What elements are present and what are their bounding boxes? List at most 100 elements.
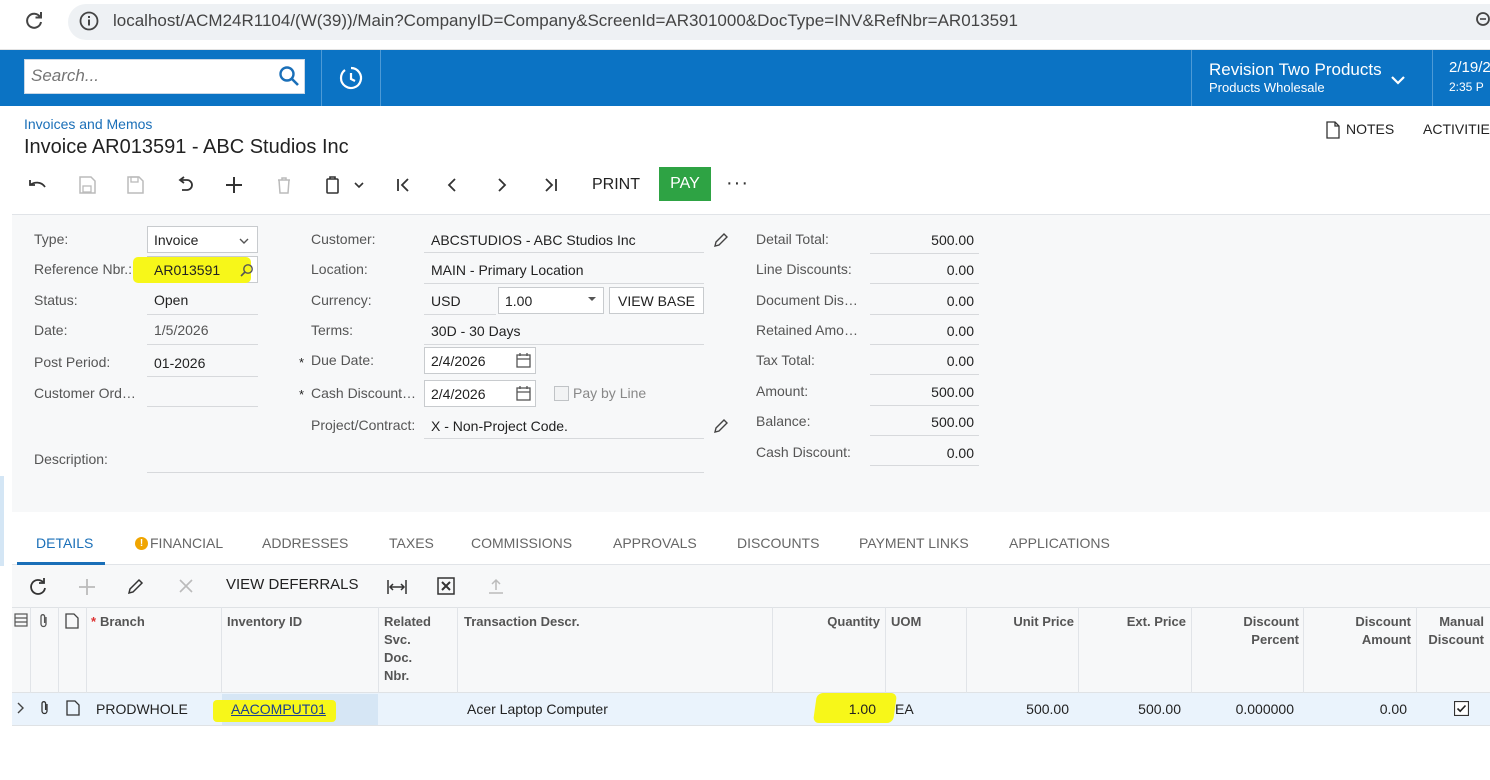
cell-discount-amount[interactable]: 0.00 — [1307, 701, 1407, 717]
header-time[interactable]: 2:35 P — [1449, 80, 1484, 94]
cell-transaction-descr[interactable]: Acer Laptop Computer — [467, 701, 608, 717]
header-date[interactable]: 2/19/2 — [1449, 59, 1490, 76]
delete-button[interactable] — [269, 170, 299, 200]
pay-by-line-label[interactable]: Pay by Line — [573, 385, 646, 401]
tab-discounts[interactable]: DISCOUNTS — [737, 535, 819, 551]
last-record-button[interactable] — [536, 170, 566, 200]
due-date-value[interactable]: 2/4/2026 — [431, 353, 486, 369]
note-icon[interactable] — [66, 700, 80, 716]
calendar-icon[interactable] — [515, 352, 532, 369]
column-header-uom[interactable]: UOM — [891, 613, 921, 631]
site-info-icon[interactable] — [78, 10, 100, 32]
column-header-related-doc[interactable]: Related Svc. Doc. Nbr. — [384, 613, 454, 685]
tab-details[interactable]: DETAILS — [36, 535, 93, 551]
print-button[interactable]: PRINT — [586, 170, 646, 200]
chevron-right-icon[interactable] — [15, 701, 27, 715]
caret-down-icon[interactable] — [587, 294, 597, 304]
export-excel-icon[interactable] — [436, 576, 456, 596]
tab-applications[interactable]: APPLICATIONS — [1009, 535, 1110, 551]
lookup-icon[interactable] — [239, 263, 255, 279]
delete-row-icon[interactable] — [176, 576, 196, 596]
breadcrumb[interactable]: Invoices and Memos — [24, 116, 152, 132]
copy-paste-button[interactable] — [318, 170, 348, 200]
chevron-down-icon[interactable] — [237, 234, 251, 248]
notes-icon[interactable] — [1326, 121, 1340, 139]
pay-button[interactable]: PAY — [659, 167, 711, 201]
currency-value[interactable]: USD — [431, 293, 461, 309]
column-divider — [457, 607, 458, 693]
column-divider — [1416, 607, 1417, 693]
previous-record-button[interactable] — [437, 170, 467, 200]
refresh-icon[interactable] — [27, 576, 49, 598]
tab-addresses[interactable]: ADDRESSES — [262, 535, 348, 551]
company-name[interactable]: Revision Two Products — [1209, 60, 1382, 80]
column-header-discount-percent[interactable]: Discount Percent — [1195, 613, 1299, 649]
column-header-branch[interactable]: Branch — [100, 613, 145, 631]
currency-rate-value[interactable]: 1.00 — [505, 293, 532, 309]
cell-ext-price[interactable]: 500.00 — [1082, 701, 1181, 717]
row-selector-icon — [14, 613, 28, 627]
post-period-value[interactable]: 01-2026 — [154, 355, 205, 371]
upload-icon[interactable] — [486, 576, 506, 596]
view-deferrals-button[interactable]: VIEW DEFERRALS — [226, 576, 359, 593]
edit-row-icon[interactable] — [126, 576, 146, 596]
activities-button[interactable]: ACTIVITIES — [1423, 121, 1490, 137]
column-header-manual-discount[interactable]: Manual Discount — [1420, 613, 1484, 649]
attachment-icon[interactable] — [38, 700, 52, 716]
save-and-close-button[interactable] — [72, 170, 102, 200]
pencil-icon[interactable] — [712, 417, 730, 435]
tab-commissions[interactable]: COMMISSIONS — [471, 535, 572, 551]
column-header-discount-amount[interactable]: Discount Amount — [1307, 613, 1411, 649]
search-input[interactable] — [31, 66, 261, 86]
save-button[interactable] — [120, 170, 150, 200]
next-record-button[interactable] — [487, 170, 517, 200]
column-header-quantity[interactable]: Quantity — [780, 613, 880, 631]
location-value[interactable]: MAIN - Primary Location — [431, 262, 583, 278]
cell-unit-price[interactable]: 500.00 — [970, 701, 1069, 717]
add-button[interactable] — [219, 170, 249, 200]
tab-payment-links[interactable]: PAYMENT LINKS — [859, 535, 969, 551]
calendar-icon[interactable] — [515, 385, 532, 402]
recent-history-icon[interactable] — [337, 64, 365, 92]
search-icon[interactable] — [277, 64, 301, 88]
cell-uom[interactable]: EA — [895, 701, 914, 717]
type-value[interactable]: Invoice — [154, 232, 198, 248]
column-divider — [1191, 607, 1192, 693]
chevron-down-icon[interactable] — [352, 178, 366, 192]
column-header-transaction-descr[interactable]: Transaction Descr. — [464, 613, 580, 631]
project-value[interactable]: X - Non-Project Code. — [431, 418, 568, 434]
first-record-button[interactable] — [388, 170, 418, 200]
cash-discount-date-value[interactable]: 2/4/2026 — [431, 386, 486, 402]
column-header-ext-price[interactable]: Ext. Price — [1082, 613, 1186, 631]
add-row-icon[interactable] — [76, 576, 98, 598]
tab-taxes[interactable]: TAXES — [389, 535, 434, 551]
undo-button[interactable] — [170, 170, 200, 200]
notes-button[interactable]: NOTES — [1346, 121, 1394, 137]
tab-financial[interactable]: FINANCIAL — [150, 535, 223, 551]
url-text[interactable]: localhost/ACM24R1104/(W(39))/Main?Compan… — [113, 11, 1018, 31]
pay-by-line-checkbox[interactable] — [554, 386, 569, 401]
cell-quantity[interactable]: 1.00 — [780, 701, 876, 717]
terms-value[interactable]: 30D - 30 Days — [431, 323, 520, 339]
cell-inventory-id-link[interactable]: AACOMPUT01 — [231, 701, 326, 717]
reload-icon[interactable] — [22, 9, 46, 33]
column-divider — [30, 607, 31, 693]
fit-columns-icon[interactable] — [386, 576, 408, 598]
pencil-icon[interactable] — [712, 231, 730, 249]
column-header-unit-price[interactable]: Unit Price — [970, 613, 1074, 631]
column-header-inventory-id[interactable]: Inventory ID — [227, 613, 302, 631]
customer-value[interactable]: ABCSTUDIOS - ABC Studios Inc — [431, 232, 636, 248]
cell-branch[interactable]: PRODWHOLE — [96, 701, 188, 717]
back-button[interactable] — [22, 170, 52, 200]
reference-nbr-value[interactable]: AR013591 — [154, 262, 220, 278]
cash-discount-value[interactable]: 0.00 — [870, 445, 974, 461]
manual-discount-checkbox[interactable] — [1454, 701, 1469, 716]
more-actions-button[interactable]: ··· — [726, 172, 749, 195]
view-base-button[interactable]: VIEW BASE — [609, 287, 704, 314]
chevron-down-icon[interactable] — [1388, 70, 1408, 90]
tab-approvals[interactable]: APPROVALS — [613, 535, 697, 551]
zoom-icon[interactable] — [1474, 10, 1490, 32]
cell-discount-percent[interactable]: 0.000000 — [1195, 701, 1294, 717]
header-divider — [321, 50, 322, 106]
branch-name[interactable]: Products Wholesale — [1209, 80, 1325, 95]
